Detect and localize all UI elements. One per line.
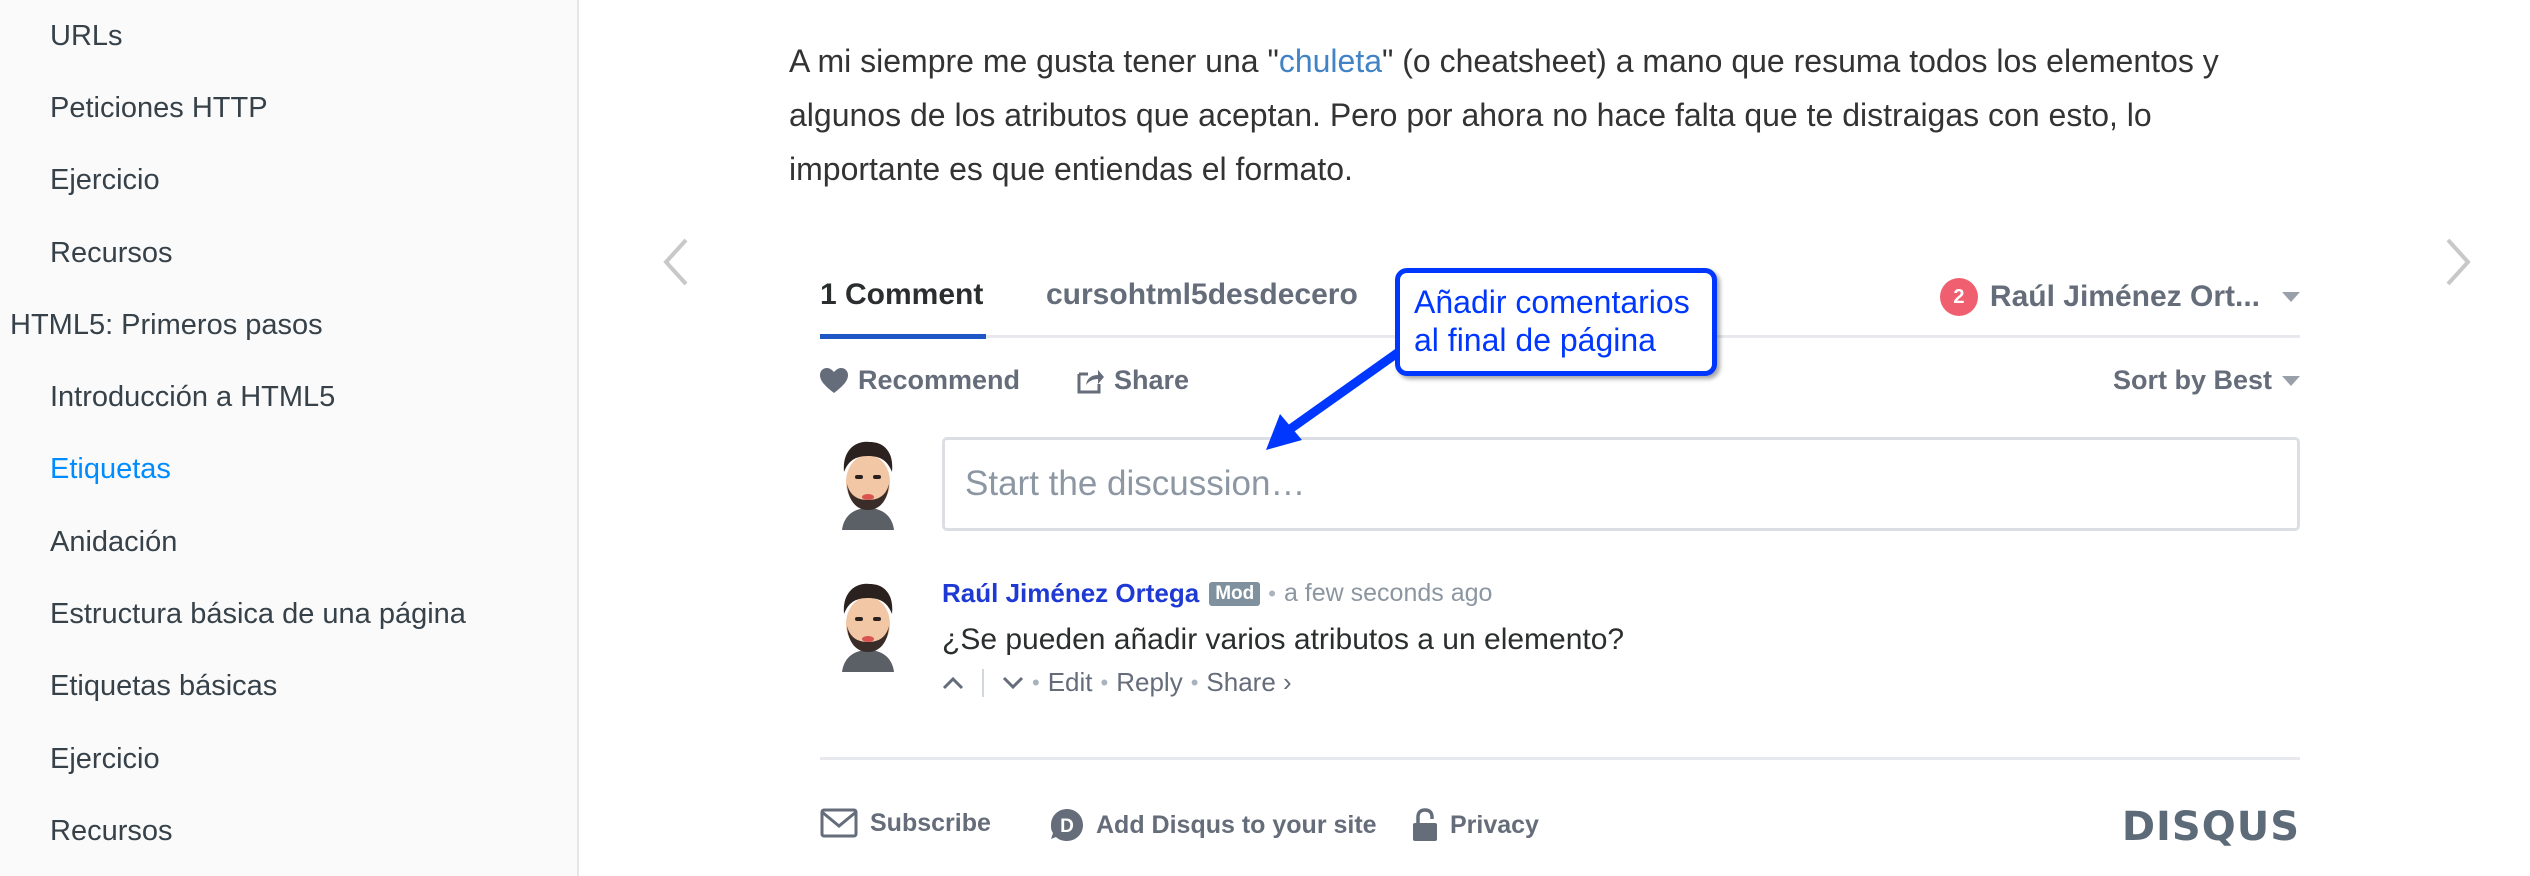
heart-icon bbox=[820, 367, 848, 393]
comment-author-link[interactable]: Raúl Jiménez Ortega bbox=[942, 578, 1199, 609]
comment-footer: • Edit • Reply • Share › bbox=[942, 667, 2300, 698]
disqus-logo[interactable]: DISQUS bbox=[2122, 804, 2300, 850]
previous-page-arrow[interactable] bbox=[656, 232, 696, 292]
sidebar-item-recursos-2[interactable]: Recursos bbox=[50, 815, 173, 848]
comment-input-box[interactable] bbox=[942, 437, 2300, 531]
sidebar-item-recursos[interactable]: Recursos bbox=[50, 237, 173, 270]
article-text-start: A mi siempre me gusta tener una " bbox=[789, 43, 1279, 79]
sort-label: Sort by Best bbox=[2112, 365, 2272, 395]
tab-forum[interactable]: cursohtml5desdecero bbox=[1046, 278, 1358, 312]
footer-divider bbox=[820, 757, 2300, 760]
avatar-image bbox=[842, 583, 894, 672]
share-icon bbox=[1077, 369, 1104, 393]
edit-link[interactable]: Edit bbox=[1048, 667, 1093, 698]
chevron-left-icon bbox=[663, 238, 688, 286]
sort-dropdown[interactable]: Sort by Best bbox=[2113, 365, 2300, 396]
separator-dot: • bbox=[1268, 580, 1276, 606]
upvote-button[interactable] bbox=[942, 676, 964, 690]
annotation-callout: Añadir comentarios al final de página bbox=[1395, 268, 1717, 376]
caret-down-icon bbox=[2282, 292, 2300, 302]
comment-item: Raúl Jiménez Ortega Mod • a few seconds … bbox=[942, 578, 2300, 698]
separator-dot: • bbox=[1190, 669, 1199, 695]
comment-input[interactable] bbox=[945, 440, 2297, 528]
article-paragraph: A mi siempre me gusta tener una "chuleta… bbox=[789, 34, 2309, 196]
chevron-right-icon bbox=[2446, 238, 2471, 286]
share-label: Share bbox=[1114, 365, 1190, 395]
recommend-label: Recommend bbox=[858, 365, 1021, 395]
disqus-d-icon: D bbox=[1051, 809, 1083, 841]
vote-divider bbox=[982, 668, 984, 697]
sidebar-item-urls[interactable]: URLs bbox=[50, 20, 123, 53]
reply-link[interactable]: Reply bbox=[1116, 667, 1182, 698]
chevron-up-icon bbox=[942, 676, 964, 689]
sidebar-item-peticiones-http[interactable]: Peticiones HTTP bbox=[50, 92, 268, 125]
add-disqus-link[interactable]: D Add Disqus to your site bbox=[1050, 808, 1377, 842]
comment-author-avatar[interactable] bbox=[828, 576, 908, 672]
caret-down-icon bbox=[2282, 375, 2300, 386]
sidebar-item-etiquetas[interactable]: Etiquetas bbox=[50, 453, 171, 486]
moderator-badge: Mod bbox=[1209, 581, 1261, 606]
svg-text:D: D bbox=[1060, 816, 1074, 837]
subscribe-label: Subscribe bbox=[870, 808, 991, 837]
recommend-button[interactable]: Recommend bbox=[820, 365, 1020, 396]
downvote-button[interactable] bbox=[1002, 676, 1024, 690]
sidebar-item-anidacion[interactable]: Anidación bbox=[50, 526, 177, 559]
privacy-link[interactable]: Privacy bbox=[1412, 808, 1539, 842]
sidebar-section-html5-primeros-pasos[interactable]: HTML5: Primeros pasos bbox=[10, 309, 323, 342]
current-user-avatar[interactable] bbox=[828, 434, 908, 530]
notification-badge[interactable]: 2 bbox=[1939, 278, 1978, 316]
privacy-label: Privacy bbox=[1450, 810, 1539, 839]
comment-body: ¿Se pueden añadir varios atributos a un … bbox=[942, 623, 1625, 656]
chevron-down-icon bbox=[1002, 676, 1024, 689]
sidebar-item-ejercicio-2[interactable]: Ejercicio bbox=[50, 743, 160, 776]
comment-share-link[interactable]: Share › bbox=[1206, 667, 1291, 698]
user-name[interactable]: Raúl Jiménez Ort... bbox=[1990, 280, 2260, 314]
active-tab-indicator bbox=[820, 334, 986, 339]
separator-dot: • bbox=[1032, 669, 1040, 695]
chuleta-link[interactable]: chuleta bbox=[1279, 43, 1382, 79]
add-disqus-label: Add Disqus to your site bbox=[1096, 810, 1377, 839]
avatar-image bbox=[842, 441, 894, 530]
tab-comments[interactable]: 1 Comment bbox=[820, 278, 983, 312]
sidebar-item-estructura-basica[interactable]: Estructura básica de una página bbox=[50, 598, 466, 631]
lock-icon bbox=[1413, 808, 1437, 841]
sidebar-item-introduccion[interactable]: Introducción a HTML5 bbox=[50, 381, 335, 414]
sidebar: URLs Peticiones HTTP Ejercicio Recursos … bbox=[0, 0, 579, 876]
sidebar-item-ejercicio[interactable]: Ejercicio bbox=[50, 164, 160, 197]
comment-header: Raúl Jiménez Ortega Mod • a few seconds … bbox=[942, 578, 2300, 609]
subscribe-button[interactable]: Subscribe bbox=[820, 808, 991, 838]
next-page-arrow[interactable] bbox=[2438, 232, 2478, 292]
disqus-footer: Subscribe D Add Disqus to your site Priv… bbox=[820, 808, 2300, 848]
sidebar-item-etiquetas-basicas[interactable]: Etiquetas básicas bbox=[50, 670, 277, 703]
user-menu[interactable]: 2 Raúl Jiménez Ort... bbox=[1939, 278, 2300, 316]
separator-dot: • bbox=[1100, 669, 1109, 695]
comment-timestamp[interactable]: a few seconds ago bbox=[1284, 579, 1492, 608]
share-button[interactable]: Share bbox=[1076, 365, 1189, 396]
envelope-icon bbox=[820, 808, 858, 838]
